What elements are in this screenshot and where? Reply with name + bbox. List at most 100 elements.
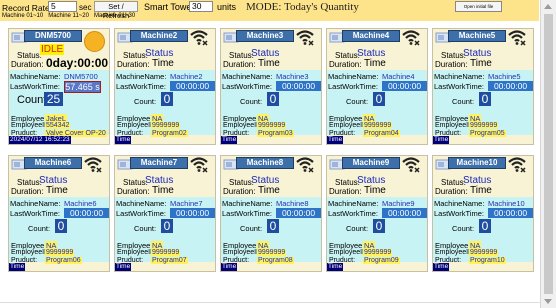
smart-tower-input[interactable]: 30 [189, 1, 213, 12]
product-value: Program04 [363, 130, 400, 137]
count-value: 0 [373, 219, 385, 233]
count-label: Count: [346, 97, 369, 106]
machine-name-value: Machine3 [276, 72, 309, 81]
timestamp-footer: Time [221, 263, 238, 271]
machine-name-label: MachineName: [116, 72, 167, 81]
count-label: Count: [452, 97, 475, 106]
scroll-thumb[interactable] [544, 14, 553, 294]
machine-title: DNM5700 [24, 30, 82, 42]
machine-info-box: MachineName: Machine7 LastWorkTime: 00:0… [115, 197, 215, 264]
duration-label: Duration: [117, 60, 150, 69]
machine-panel-6[interactable]: Machine6 Status: Status Duration: Time M… [8, 155, 110, 272]
machine-title: Machine10 [448, 157, 506, 169]
machine-title: Machine2 [130, 30, 188, 42]
machine-panel-4[interactable]: Machine4 Status: Status Duration: Time M… [326, 28, 428, 145]
machine-name-label: MachineName: [10, 199, 61, 208]
last-work-time-value: 00:00:00 [488, 81, 533, 91]
set-refresh-button[interactable]: Set / Refresh [94, 1, 138, 20]
last-work-time-label: LastWorkTime: [222, 209, 273, 218]
machine-name-value: Machine4 [382, 72, 415, 81]
count-label: Count: [240, 224, 263, 233]
employee-id-value: 9999999 [257, 122, 287, 129]
seconds-label: sec [79, 3, 92, 12]
last-work-time-value: 00:00:00 [170, 208, 215, 218]
machine-info-box: MachineName: Machine9 LastWorkTime: 00:0… [327, 197, 427, 264]
machine-info-box: MachineName: DNM5700 LastWorkTime: 57.46… [9, 70, 109, 137]
employee-id-value: 9999999 [45, 249, 75, 256]
last-work-time-value: 00:00:00 [488, 208, 533, 218]
product-value: Program07 [151, 257, 188, 264]
machine-panel-3[interactable]: Machine3 Status: Status Duration: Time M… [220, 28, 322, 145]
last-work-time-label: LastWorkTime: [116, 82, 167, 91]
machine-name-label: MachineName: [116, 199, 167, 208]
machine-panel-7[interactable]: Machine7 Status: Status Duration: Time M… [114, 155, 216, 272]
machine-name-value: Machine5 [488, 72, 521, 81]
bottom-divider [0, 302, 540, 303]
product-value: Program03 [257, 130, 294, 137]
record-rate-label: Record Rate: [2, 3, 53, 13]
duration-value: 0day:00:00:27 [46, 56, 109, 70]
record-rate-input[interactable]: 5 [48, 1, 77, 12]
timestamp-footer: 2024/07/12 16:52:23 [9, 136, 71, 144]
last-work-time-value: 57.465 s [64, 81, 101, 93]
mode-label: MODE: Today's Quantity [246, 1, 359, 13]
duration-label: Duration: [117, 187, 150, 196]
employee-id-value: 9999999 [363, 249, 393, 256]
employee-id-value: 9999999 [469, 249, 499, 256]
machine-name-label: MachineName: [434, 72, 485, 81]
wifi-off-icon [402, 157, 420, 173]
product-value: Program05 [469, 130, 506, 137]
machine-panel-5[interactable]: Machine5 Status: Status Duration: Time M… [432, 28, 534, 145]
scroll-down-icon[interactable] [544, 299, 552, 304]
employee-id-value: 9999999 [257, 249, 287, 256]
duration-value: Time [470, 58, 492, 69]
units-label: units [217, 2, 237, 12]
status-label: Status: [17, 51, 42, 60]
idle-indicator-icon [84, 31, 105, 52]
timestamp-footer: Time [115, 263, 132, 271]
machine-panel-10[interactable]: Machine10 Status: Status Duration: Time … [432, 155, 534, 272]
machine-info-box: MachineName: Machine5 LastWorkTime: 00:0… [433, 70, 533, 137]
machine-title: Machine8 [236, 157, 294, 169]
machine-range-tab-1-10[interactable]: Machine 01~10 [2, 13, 43, 19]
machine-name-value: Machine9 [382, 199, 415, 208]
product-value: Program10 [469, 257, 506, 264]
last-work-time-label: LastWorkTime: [434, 209, 485, 218]
timestamp-footer: Time [115, 136, 132, 144]
last-work-time-value: 00:00:00 [382, 208, 427, 218]
last-work-time-label: LastWorkTime: [10, 82, 61, 91]
scroll-up-icon[interactable] [544, 4, 552, 9]
machine-range-tab-21-30[interactable]: Machine 21~30 [94, 13, 135, 19]
dashboard-page: Record Rate: 5 sec Set / Refresh Smart T… [0, 0, 556, 308]
timestamp-footer: Time [221, 136, 238, 144]
open-initial-file-button[interactable]: Open initial file [455, 1, 502, 12]
timestamp-footer: Time [327, 263, 344, 271]
last-work-time-label: LastWorkTime: [222, 82, 273, 91]
duration-label: Duration: [329, 187, 362, 196]
last-work-time-label: LastWorkTime: [434, 82, 485, 91]
wifi-off-icon [84, 157, 102, 173]
machine-range-tab-11-20[interactable]: Machine 11~20 [48, 13, 89, 19]
machine-info-box: MachineName: Machine6 LastWorkTime: 00:0… [9, 197, 109, 264]
product-value: Program02 [151, 130, 188, 137]
count-label: Count: [28, 224, 51, 233]
last-work-time-label: LastWorkTime: [328, 209, 379, 218]
machine-panel-1[interactable]: DNM5700 Status: IDLE Duration: 0day:00:0… [8, 28, 110, 145]
duration-value: Time [258, 185, 280, 196]
product-value: Program08 [257, 257, 294, 264]
duration-value: Time [152, 185, 174, 196]
duration-value: Time [364, 58, 386, 69]
count-value: 0 [267, 92, 279, 106]
wifi-off-icon [296, 30, 314, 46]
vertical-scrollbar[interactable] [540, 0, 556, 308]
machine-info-box: MachineName: Machine2 LastWorkTime: 00:0… [115, 70, 215, 137]
last-work-time-value: 00:00:00 [276, 208, 321, 218]
count-value: 0 [267, 219, 279, 233]
count-label: Count: [134, 224, 157, 233]
machine-name-label: MachineName: [328, 199, 379, 208]
machine-panel-9[interactable]: Machine9 Status: Status Duration: Time M… [326, 155, 428, 272]
machine-name-label: MachineName: [222, 199, 273, 208]
machine-panel-2[interactable]: Machine2 Status: Status Duration: Time M… [114, 28, 216, 145]
machine-panel-8[interactable]: Machine8 Status: Status Duration: Time M… [220, 155, 322, 272]
count-value: 25 [44, 92, 63, 106]
